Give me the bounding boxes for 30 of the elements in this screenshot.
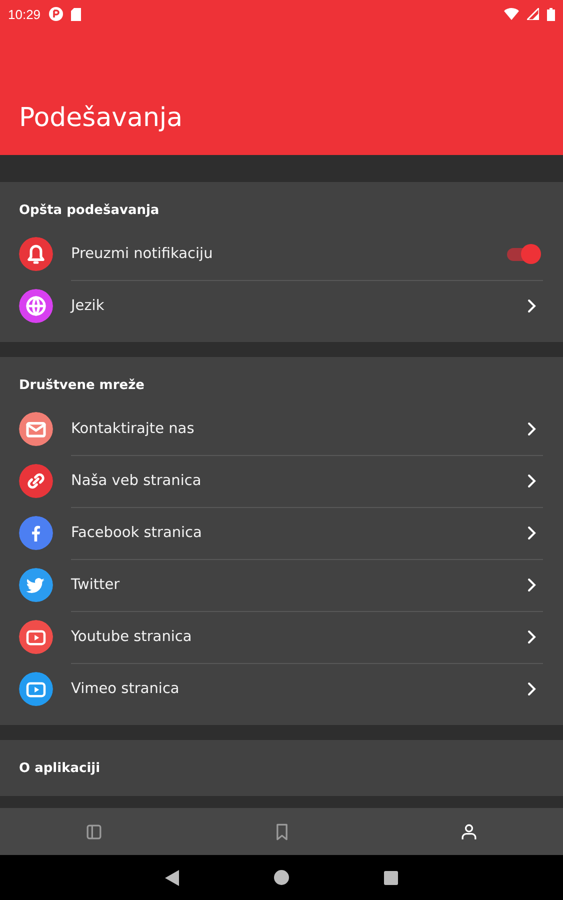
item-label: Jezik: [71, 298, 106, 314]
app-notification-icon: [48, 7, 63, 21]
settings-item[interactable]: Jezik: [71, 280, 543, 332]
item-label: Twitter: [71, 576, 121, 592]
item-label: Naša veb stranica: [71, 472, 202, 488]
section-heading: O aplikaciji: [19, 761, 102, 776]
settings-item[interactable]: Twitter: [71, 558, 543, 612]
section-heading: Opšta podešavanja: [19, 203, 160, 218]
settings-item[interactable]: Kontaktirajte nas: [71, 402, 543, 456]
item-label: Youtube stranica: [71, 628, 193, 644]
item-label: Kontaktirajte nas: [71, 420, 196, 436]
toggle-switch[interactable]: [505, 244, 541, 264]
section-heading: Društvene mreže: [19, 378, 146, 393]
battery-icon: [547, 8, 555, 20]
settings-item[interactable]: Naša veb stranica: [71, 454, 543, 508]
sd-card-icon: [70, 8, 81, 20]
settings-item[interactable]: Facebook stranica: [71, 506, 543, 560]
back-icon[interactable]: [165, 870, 179, 886]
item-label: Preuzmi notifikaciju: [71, 246, 214, 262]
home-icon[interactable]: [274, 870, 289, 885]
settings-item[interactable]: Preuzmi notifikaciju: [71, 228, 543, 280]
wifi-icon: [504, 8, 519, 20]
recents-icon[interactable]: [384, 870, 398, 884]
page-title: Podešavanja: [18, 103, 184, 135]
status-time: 10:29: [8, 6, 41, 22]
item-label: Facebook stranica: [71, 524, 203, 540]
signal-icon: [527, 8, 539, 20]
item-label: Vimeo stranica: [71, 681, 180, 697]
settings-item[interactable]: Vimeo stranica: [71, 663, 543, 715]
settings-item[interactable]: Youtube stranica: [71, 610, 543, 664]
